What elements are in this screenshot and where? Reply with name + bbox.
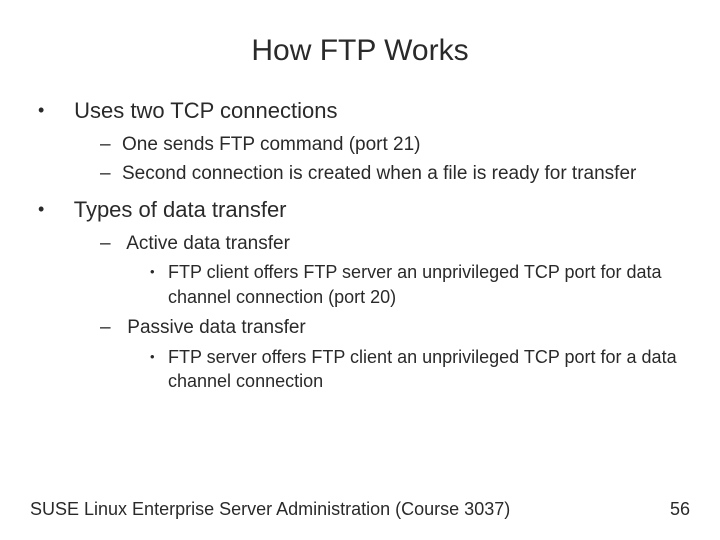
bullet-text: FTP client offers FTP server an unprivil… (168, 262, 662, 306)
sublist: FTP client offers FTP server an unprivil… (122, 260, 690, 309)
sublist: FTP server offers FTP client an unprivil… (122, 345, 690, 394)
bullet-list: Uses two TCP connections One sends FTP c… (30, 96, 690, 393)
bullet-text: Uses two TCP connections (74, 98, 337, 123)
slide-title: How FTP Works (30, 34, 690, 68)
bullet-text: FTP server offers FTP client an unprivil… (168, 347, 677, 391)
bullet-text: One sends FTP command (port 21) (122, 134, 421, 155)
list-item: Passive data transfer FTP server offers … (100, 315, 690, 393)
list-item: FTP client offers FTP server an unprivil… (150, 260, 690, 309)
list-item: One sends FTP command (port 21) (100, 132, 690, 158)
bullet-text: Types of data transfer (74, 197, 287, 222)
bullet-text: Passive data transfer (127, 317, 305, 338)
bullet-text: Active data transfer (126, 233, 290, 254)
list-item: Uses two TCP connections One sends FTP c… (38, 96, 690, 187)
bullet-text: Second connection is created when a file… (122, 163, 636, 184)
footer-course: SUSE Linux Enterprise Server Administrat… (30, 499, 510, 520)
list-item: FTP server offers FTP client an unprivil… (150, 345, 690, 394)
sublist: Active data transfer FTP client offers F… (68, 231, 690, 393)
footer-page-number: 56 (670, 499, 690, 520)
list-item: Second connection is created when a file… (100, 161, 690, 187)
list-item: Active data transfer FTP client offers F… (100, 231, 690, 309)
slide-footer: SUSE Linux Enterprise Server Administrat… (30, 499, 690, 520)
sublist: One sends FTP command (port 21) Second c… (68, 132, 690, 187)
list-item: Types of data transfer Active data trans… (38, 195, 690, 393)
